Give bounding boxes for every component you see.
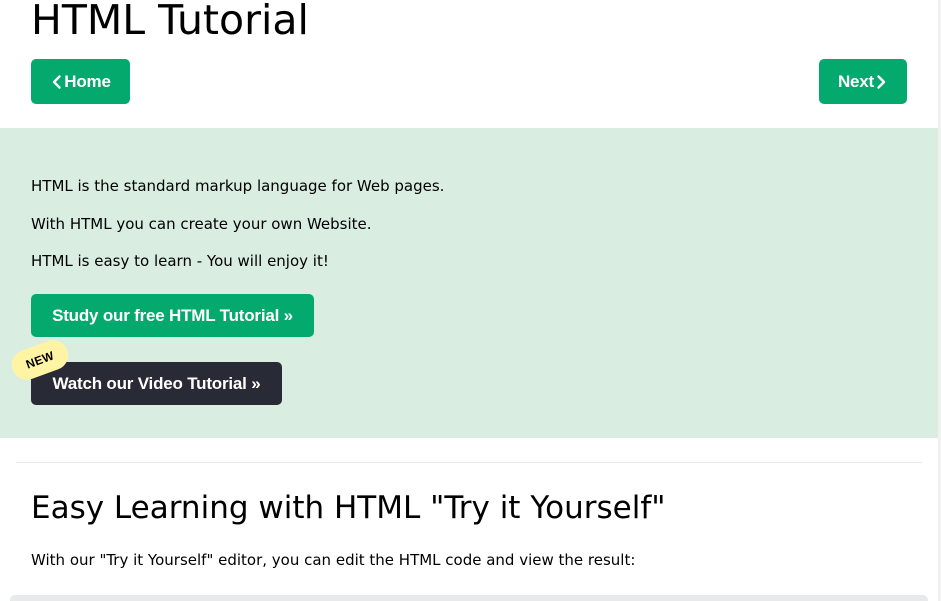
next-button-label: Next xyxy=(837,71,875,91)
study-tutorial-button[interactable]: Study our free HTML Tutorial » xyxy=(31,294,314,337)
home-button[interactable]: Home xyxy=(31,59,130,104)
section-title: Easy Learning with HTML "Try it Yourself… xyxy=(31,490,666,526)
section-text: With our "Try it Yourself" editor, you c… xyxy=(31,551,636,569)
page-title: HTML Tutorial xyxy=(31,0,309,44)
hero-text-line-1: HTML is the standard markup language for… xyxy=(31,177,445,195)
hero-section: HTML is the standard markup language for… xyxy=(0,128,938,438)
chevron-right-icon xyxy=(874,74,888,90)
chevron-left-icon xyxy=(50,74,64,90)
hero-text-line-3: HTML is easy to learn - You will enjoy i… xyxy=(31,252,329,270)
video-tutorial-button[interactable]: Watch our Video Tutorial » xyxy=(31,362,282,405)
next-button[interactable]: Next xyxy=(819,59,907,104)
section-divider xyxy=(16,462,922,463)
hero-text-line-2: With HTML you can create your own Websit… xyxy=(31,215,372,233)
code-example-box xyxy=(10,595,928,601)
home-button-label: Home xyxy=(64,71,111,91)
